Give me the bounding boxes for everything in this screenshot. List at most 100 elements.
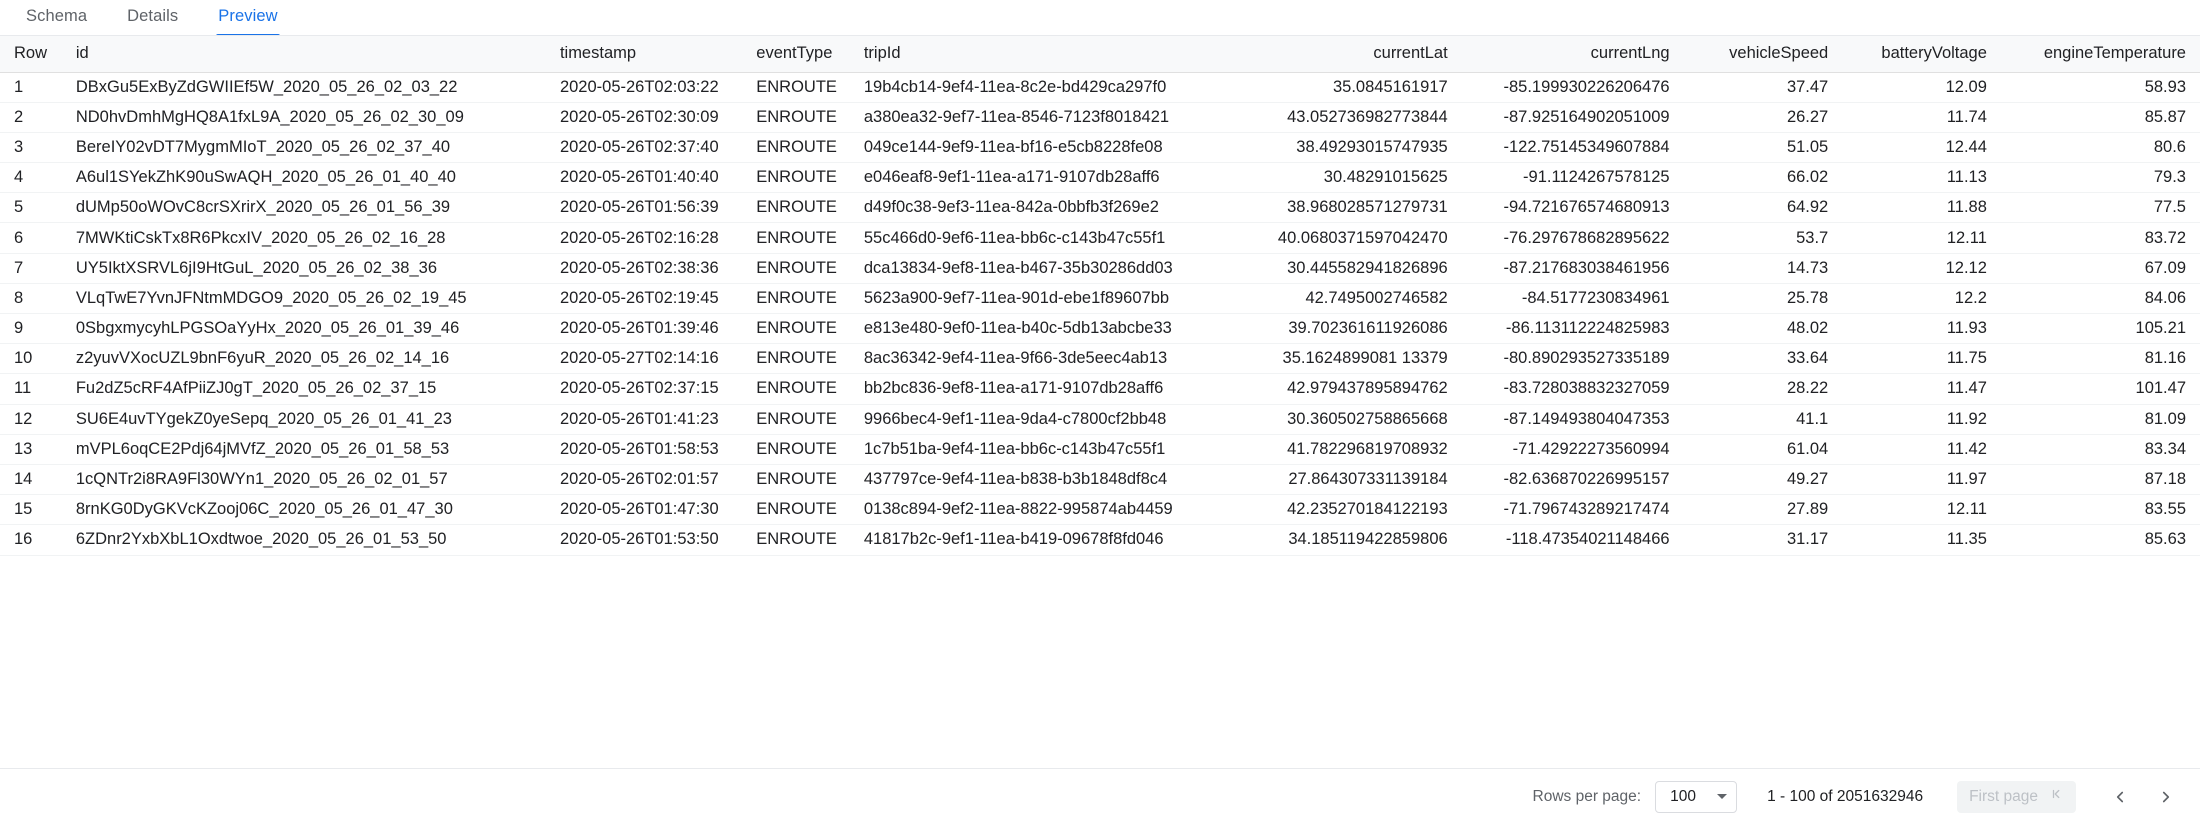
- table-row[interactable]: 7 UY5IktXSRVL6jI9HtGuL_2020_05_26_02_38_3…: [0, 253, 2200, 284]
- cell-timestamp: 2020-05-26T01:58:53: [545, 434, 743, 465]
- table-row[interactable]: 9 0SbgxmycyhLPGSOaYyHx_2020_05_26_01_39_4…: [0, 313, 2200, 345]
- cell-eventType: ENROUTE: [742, 253, 850, 284]
- cell-eventType: ENROUTE: [742, 494, 850, 526]
- cell-tripId: dca13834-9ef8-11ea-b467-35b30286dd03: [849, 253, 1240, 284]
- cell-tripId: 437797ce-9ef4-11ea-b838-b3b1848df8c4: [849, 464, 1240, 496]
- cell-timestamp: 2020-05-26T02:16:28: [545, 222, 743, 254]
- cell-currentLng: -122.75145349607884: [1461, 132, 1684, 164]
- cell-vehicleSpeed: 64.92: [1683, 192, 1843, 224]
- cell-id: DBxGu5ExByZdGWIIEf5W_2020_05_26_02_03_22: [61, 72, 546, 103]
- column-header-timestamp[interactable]: timestamp: [545, 36, 743, 73]
- table-row[interactable]: 4 A6ul1SYekZhK90uSwAQH_2020_05_26_01_40_4…: [0, 162, 2200, 194]
- preview-table-container[interactable]: Row id timestamp eventType tripId curren…: [0, 36, 2200, 768]
- first-page-button[interactable]: First page: [1957, 780, 2076, 813]
- rows-per-page-label: Rows per page:: [1532, 787, 1642, 805]
- column-header-enginetemperature[interactable]: engineTemperature: [2000, 36, 2200, 73]
- cell-batteryVoltage: 11.42: [1842, 434, 2001, 465]
- cell-tripId: a380ea32-9ef7-11ea-8546-7123f8018421: [849, 102, 1240, 133]
- table-row[interactable]: 10 z2yuvVXocUZL9bnF6yuR_2020_05_26_02_14_…: [0, 343, 2200, 375]
- cell-vehicleSpeed: 25.78: [1683, 283, 1843, 315]
- cell-vehicleSpeed: 48.02: [1683, 313, 1843, 345]
- column-header-batteryvoltage[interactable]: batteryVoltage: [1842, 36, 2001, 73]
- cell-row: 16: [0, 524, 62, 556]
- cell-eventType: ENROUTE: [742, 222, 850, 254]
- column-header-tripid[interactable]: tripId: [849, 36, 1240, 73]
- table-row[interactable]: 14 1cQNTr2i8RA9Fl30WYn1_2020_05_26_02_01_…: [0, 464, 2200, 496]
- table-row[interactable]: 1 DBxGu5ExByZdGWIIEf5W_2020_05_26_02_03_2…: [0, 72, 2200, 103]
- tab-preview[interactable]: Preview: [198, 0, 297, 38]
- cell-eventType: ENROUTE: [742, 404, 850, 435]
- cell-currentLng: -86.113112224825983: [1461, 313, 1684, 345]
- cell-batteryVoltage: 11.92: [1842, 404, 2001, 435]
- column-header-id[interactable]: id: [61, 36, 546, 73]
- cell-eventType: ENROUTE: [742, 524, 850, 556]
- cell-batteryVoltage: 12.09: [1842, 72, 2001, 103]
- cell-row: 11: [0, 373, 62, 405]
- cell-tripId: 9966bec4-9ef1-11ea-9da4-c7800cf2bb48: [849, 404, 1240, 435]
- cell-batteryVoltage: 11.35: [1842, 524, 2001, 556]
- cell-batteryVoltage: 11.75: [1842, 343, 2001, 375]
- cell-currentLng: -80.890293527335189: [1461, 343, 1684, 375]
- cell-tripId: 1c7b51ba-9ef4-11ea-bb6c-c143b47c55f1: [849, 434, 1240, 465]
- cell-row: 14: [0, 464, 62, 496]
- cell-currentLng: -84.5177230834961: [1461, 283, 1684, 315]
- table-header: Row id timestamp eventType tripId curren…: [0, 36, 2200, 73]
- table-row[interactable]: 12 SU6E4uvTYgekZ0yeSepq_2020_05_26_01_41_…: [0, 404, 2200, 435]
- cell-row: 10: [0, 343, 62, 375]
- next-page-button[interactable]: [2146, 777, 2186, 817]
- cell-eventType: ENROUTE: [742, 162, 850, 194]
- table-row[interactable]: 15 8rnKG0DyGKVcKZooj06C_2020_05_26_01_47_…: [0, 494, 2200, 526]
- table-row[interactable]: 16 6ZDnr2YxbXbL1Oxdtwoe_2020_05_26_01_53_…: [0, 524, 2200, 556]
- cell-engineTemperature: 58.93: [2000, 72, 2200, 103]
- cell-batteryVoltage: 12.12: [1842, 253, 2001, 284]
- table-row[interactable]: 5 dUMp50oWOvC8crSXrirX_2020_05_26_01_56_3…: [0, 192, 2200, 224]
- table-row[interactable]: 8 VLqTwE7YvnJFNtmMDGO9_2020_05_26_02_19_4…: [0, 283, 2200, 315]
- cell-row: 15: [0, 494, 62, 526]
- cell-currentLng: -71.42922273560994: [1461, 434, 1684, 465]
- column-header-vehiclespeed[interactable]: vehicleSpeed: [1683, 36, 1843, 73]
- cell-vehicleSpeed: 49.27: [1683, 464, 1843, 496]
- cell-vehicleSpeed: 37.47: [1683, 72, 1843, 103]
- column-header-currentlng[interactable]: currentLng: [1461, 36, 1684, 73]
- table-row[interactable]: 11 Fu2dZ5cRF4AfPiiZJ0gT_2020_05_26_02_37_…: [0, 373, 2200, 405]
- cell-tripId: 0138c894-9ef2-11ea-8822-995874ab4459: [849, 494, 1240, 526]
- cell-id: 8rnKG0DyGKVcKZooj06C_2020_05_26_01_47_30: [61, 494, 546, 526]
- table-row[interactable]: 13 mVPL6oqCE2Pdj64jMVfZ_2020_05_26_01_58_…: [0, 434, 2200, 465]
- cell-row: 12: [0, 404, 62, 435]
- cell-engineTemperature: 80.6: [2000, 132, 2200, 164]
- table-body: 1 DBxGu5ExByZdGWIIEf5W_2020_05_26_02_03_2…: [0, 72, 2200, 556]
- column-header-row[interactable]: Row: [0, 36, 62, 73]
- tab-details[interactable]: Details: [107, 0, 198, 37]
- pagination-bar: Rows per page: 100 1 - 100 of 2051632946…: [0, 768, 2200, 824]
- cell-batteryVoltage: 12.11: [1842, 494, 2001, 526]
- table-row[interactable]: 2 ND0hvDmhMgHQ8A1fxL9A_2020_05_26_02_30_0…: [0, 102, 2200, 133]
- cell-timestamp: 2020-05-26T01:53:50: [545, 524, 743, 556]
- tab-schema[interactable]: Schema: [6, 0, 107, 37]
- cell-id: mVPL6oqCE2Pdj64jMVfZ_2020_05_26_01_58_53: [61, 434, 546, 465]
- table-row[interactable]: 6 7MWKtiCskTx8R6PkcxIV_2020_05_26_02_16_2…: [0, 222, 2200, 254]
- cell-tripId: bb2bc836-9ef8-11ea-a171-9107db28aff6: [849, 373, 1240, 405]
- cell-engineTemperature: 81.16: [2000, 343, 2200, 375]
- cell-eventType: ENROUTE: [742, 313, 850, 345]
- cell-row: 7: [0, 253, 62, 284]
- table-row[interactable]: 3 BereIY02vDT7MygmMIoT_2020_05_26_02_37_4…: [0, 132, 2200, 164]
- cell-engineTemperature: 83.34: [2000, 434, 2200, 465]
- previous-page-button[interactable]: [2100, 777, 2140, 817]
- chevron-down-icon: [1717, 794, 1728, 799]
- cell-vehicleSpeed: 51.05: [1683, 132, 1843, 164]
- cell-currentLat: 42.979437895894762: [1239, 373, 1462, 405]
- column-header-currentlat[interactable]: currentLat: [1239, 36, 1462, 73]
- bigquery-table-preview: Schema Details Preview Row id timestamp …: [0, 0, 2200, 824]
- cell-vehicleSpeed: 31.17: [1683, 524, 1843, 556]
- table-header-row: Row id timestamp eventType tripId curren…: [0, 36, 2200, 73]
- rows-per-page-select[interactable]: 100: [1655, 780, 1738, 813]
- column-header-eventtype[interactable]: eventType: [742, 36, 850, 73]
- cell-row: 6: [0, 222, 62, 254]
- cell-id: UY5IktXSRVL6jI9HtGuL_2020_05_26_02_38_36: [61, 253, 546, 284]
- cell-currentLat: 27.864307331139184: [1239, 464, 1462, 496]
- cell-timestamp: 2020-05-26T02:19:45: [545, 283, 743, 315]
- cell-batteryVoltage: 12.44: [1842, 132, 2001, 164]
- cell-timestamp: 2020-05-26T02:37:40: [545, 132, 743, 164]
- cell-engineTemperature: 77.5: [2000, 192, 2200, 224]
- cell-currentLng: -82.636870226995157: [1461, 464, 1684, 496]
